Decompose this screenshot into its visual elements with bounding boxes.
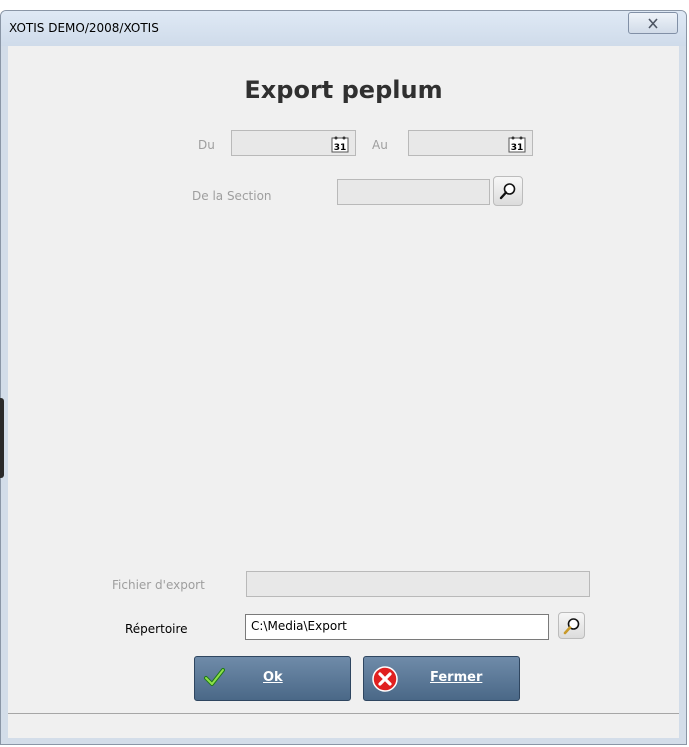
window-title: XOTIS DEMO/2008/XOTIS (9, 21, 159, 35)
close-button[interactable] (628, 12, 678, 34)
title-bar: XOTIS DEMO/2008/XOTIS (1, 11, 686, 46)
section-label: De la Section (192, 189, 272, 203)
au-date-field[interactable]: 31 (408, 130, 533, 156)
dialog-client-area: Export peplum Du 31 Au 31 De la Section (8, 46, 679, 713)
repertoire-search-button[interactable] (558, 612, 585, 639)
section-search-button[interactable] (493, 176, 523, 206)
calendar-day-text: 31 (334, 143, 347, 153)
search-icon (563, 617, 579, 634)
fermer-button[interactable]: Fermer (363, 656, 520, 701)
status-bar (8, 713, 679, 738)
search-icon (499, 183, 516, 200)
check-icon (204, 668, 225, 686)
repertoire-input[interactable]: C:\Media\Export (245, 614, 549, 640)
calendar-icon: 31 (508, 136, 526, 153)
page-title: Export peplum (244, 76, 443, 104)
close-icon (648, 18, 658, 29)
au-label: Au (372, 138, 388, 152)
close-circle-icon (372, 666, 398, 692)
fichier-export-field[interactable] (246, 571, 590, 597)
calendar-day-text: 31 (511, 143, 524, 153)
left-edge-shadow (0, 398, 4, 478)
du-label: Du (198, 138, 215, 152)
section-field[interactable] (337, 179, 490, 205)
dialog-window: XOTIS DEMO/2008/XOTIS Export peplum Du 3… (0, 10, 687, 745)
ok-button-label: Ok (263, 670, 283, 685)
fermer-button-label: Fermer (430, 670, 483, 685)
du-date-field[interactable]: 31 (231, 130, 356, 156)
repertoire-label: Répertoire (125, 622, 188, 636)
fichier-export-label: Fichier d'export (112, 578, 205, 592)
ok-button[interactable]: Ok (194, 656, 351, 701)
calendar-icon: 31 (331, 136, 349, 153)
